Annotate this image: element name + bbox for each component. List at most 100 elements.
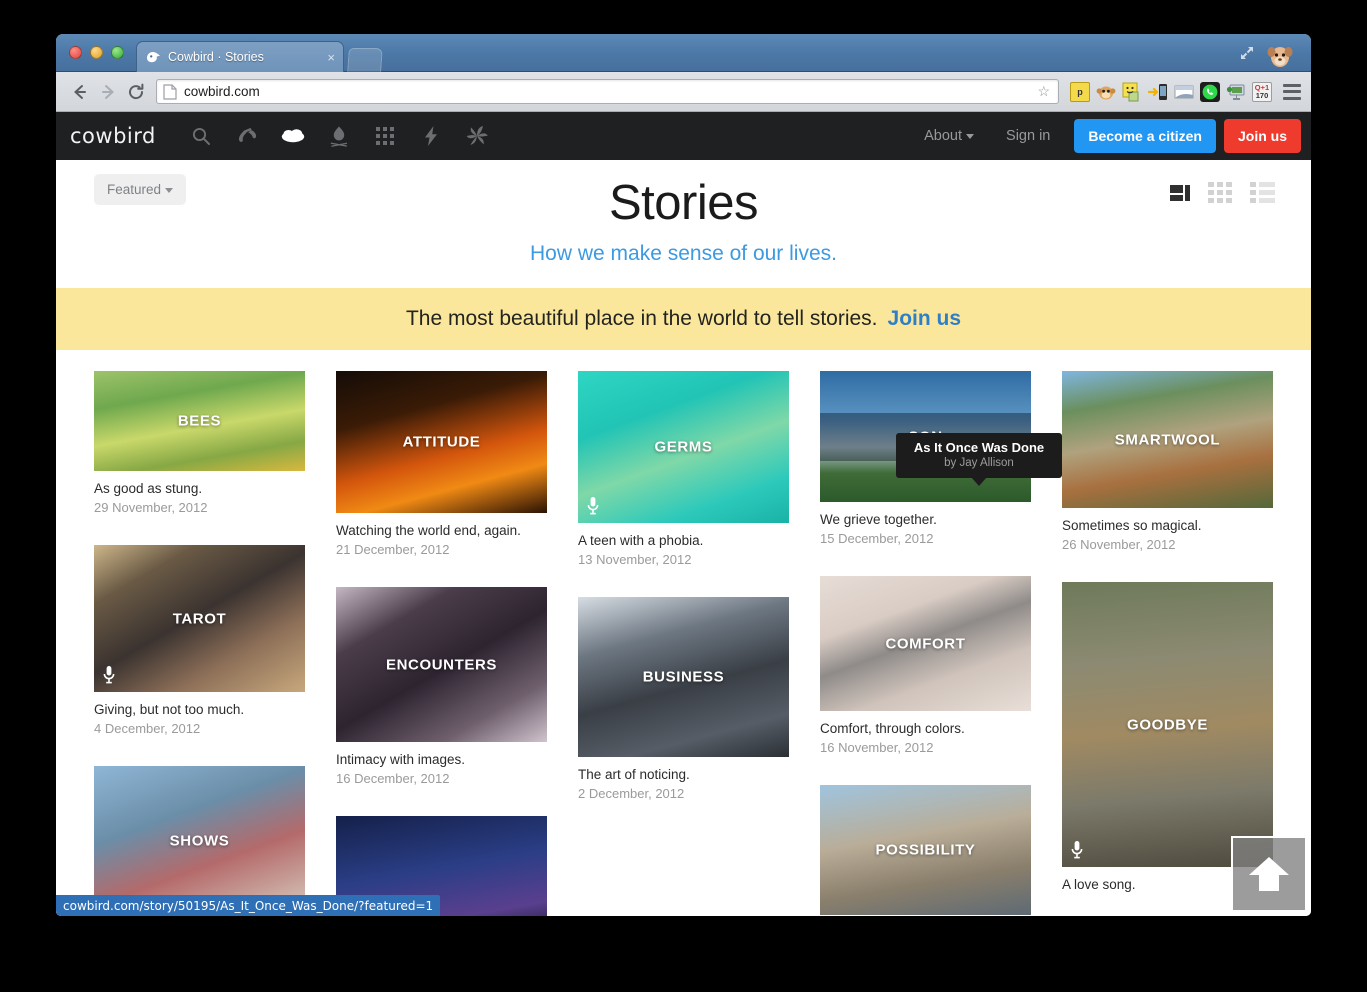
story-card[interactable]: GERMS A teen with a phobia. 13 November, 2…	[578, 371, 789, 567]
status-url: cowbird.com/story/50195/As_It_Once_Was_D…	[63, 898, 434, 913]
promo-text: The most beautiful place in the world to…	[405, 307, 878, 331]
back-button[interactable]	[66, 78, 94, 106]
minimize-window-button[interactable]	[90, 46, 103, 59]
story-thumbnail[interactable]: POSSIBILITY	[820, 785, 1031, 916]
featured-filter-dropdown[interactable]: Featured	[94, 174, 187, 205]
search-icon[interactable]	[178, 112, 224, 160]
story-title[interactable]: We grieve together.	[820, 502, 1031, 527]
chrome-profile-avatar[interactable]	[1265, 40, 1295, 70]
microphone-icon	[1070, 840, 1084, 860]
url-text: cowbird.com	[184, 84, 260, 99]
story-card[interactable]: TAROT Giving, but not too much. 4 December…	[94, 545, 305, 736]
mosaic-view-button[interactable]	[1170, 184, 1190, 201]
story-title[interactable]: A teen with a phobia.	[578, 523, 789, 548]
story-title[interactable]: As good as stung.	[94, 471, 305, 496]
sign-in-link[interactable]: Sign in	[990, 128, 1066, 144]
story-title[interactable]: Comfort, through colors.	[820, 711, 1031, 736]
window-controls	[69, 46, 124, 59]
story-thumbnail[interactable]: GOODBYE	[1062, 582, 1273, 868]
story-card[interactable]: BEES As good as stung. 29 November, 2012	[94, 371, 305, 515]
screen-share-icon[interactable]	[1226, 82, 1246, 102]
story-title[interactable]: Sometimes so magical.	[1062, 508, 1273, 533]
about-menu[interactable]: About	[908, 128, 990, 144]
binoculars-icon[interactable]	[224, 112, 270, 160]
story-column: ATTITUDE Watching the world end, again. 21…	[336, 371, 547, 916]
tooltip-byline: by Jay Allison	[944, 457, 1014, 469]
promo-banner: The most beautiful place in the world to…	[56, 288, 1311, 351]
site-navbar: cowbird About Sign in Become a citizen J…	[56, 112, 1311, 160]
grid-view-button[interactable]	[1208, 182, 1232, 203]
address-bar[interactable]: cowbird.com ☆	[156, 79, 1059, 104]
story-label: GERMS	[654, 438, 713, 456]
cowbird-logo[interactable]: cowbird	[70, 124, 178, 148]
story-title[interactable]: Watching the world end, again.	[336, 513, 547, 538]
chevron-down-icon	[165, 187, 174, 193]
window-icon[interactable]	[1174, 82, 1194, 102]
story-date: 2 December, 2012	[578, 786, 685, 802]
story-label: ENCOUNTERS	[385, 656, 497, 674]
chevron-down-icon	[966, 133, 975, 139]
whatsapp-icon[interactable]	[1200, 81, 1220, 102]
reload-button[interactable]	[122, 78, 150, 106]
story-title[interactable]: Intimacy with images.	[336, 742, 547, 767]
chrome-menu-icon[interactable]	[1283, 83, 1301, 100]
smiley-note-icon[interactable]	[1122, 82, 1142, 102]
pinwheel-icon[interactable]	[454, 112, 500, 160]
story-title[interactable]: The art of noticing.	[578, 757, 789, 782]
cowbird-favicon	[145, 49, 162, 66]
bookmark-star-icon[interactable]: ☆	[1037, 83, 1052, 100]
tab-close-icon[interactable]: ×	[321, 50, 335, 65]
browser-window: Cowbird · Stories × cowbird.com ☆ p Q+1 …	[56, 34, 1311, 916]
p-badge-icon[interactable]: p	[1070, 81, 1090, 102]
story-thumbnail[interactable]: ENCOUNTERS	[336, 587, 547, 743]
story-thumbnail[interactable]: BEES	[94, 371, 305, 472]
featured-filter-label: Featured	[107, 182, 162, 197]
tab-title: Cowbird · Stories	[168, 50, 264, 64]
campfire-icon[interactable]	[316, 112, 362, 160]
story-label: BUSINESS	[642, 668, 725, 686]
join-us-button[interactable]: Join us	[1223, 119, 1301, 153]
story-thumbnail[interactable]: COMFORT	[820, 576, 1031, 712]
story-card[interactable]: ENCOUNTERS Intimacy with images. 16 Decemb…	[336, 587, 547, 786]
forward-button[interactable]	[94, 78, 122, 106]
become-a-citizen-button[interactable]: Become a citizen	[1074, 119, 1216, 153]
page-document-icon	[163, 83, 177, 100]
close-window-button[interactable]	[69, 46, 82, 59]
maximize-window-button[interactable]	[111, 46, 124, 59]
story-label: SMARTWOOL	[1114, 431, 1221, 449]
browser-status-bar: cowbird.com/story/50195/As_It_Once_Was_D…	[56, 895, 441, 916]
list-view-button[interactable]	[1250, 182, 1275, 203]
story-card[interactable]: ATTITUDE Watching the world end, again. 21…	[336, 371, 547, 557]
story-thumbnail[interactable]: ATTITUDE	[336, 371, 547, 514]
view-mode-group	[1170, 182, 1275, 203]
story-label: SHOWS	[169, 832, 230, 850]
story-title[interactable]: Giving, but not too much.	[94, 692, 305, 717]
browser-tab[interactable]: Cowbird · Stories ×	[136, 41, 344, 72]
page-viewport: cowbird About Sign in Become a citizen J…	[56, 112, 1311, 916]
grid-apps-icon[interactable]	[362, 112, 408, 160]
phone-transfer-icon[interactable]	[1148, 82, 1168, 102]
story-label: ATTITUDE	[402, 433, 481, 451]
new-tab-button[interactable]	[347, 48, 383, 72]
cloud-icon[interactable]	[270, 112, 316, 160]
story-thumbnail[interactable]: SHOWS	[94, 766, 305, 916]
story-thumbnail[interactable]: BUSINESS	[578, 597, 789, 758]
story-thumbnail[interactable]: GERMS	[578, 371, 789, 524]
fullscreen-icon[interactable]	[1239, 45, 1255, 61]
story-card[interactable]: BUSINESS The art of noticing. 2 December, …	[578, 597, 789, 801]
page-subtitle: How we make sense of our lives.	[530, 242, 837, 266]
lightning-bolt-icon[interactable]	[408, 112, 454, 160]
page-title: Stories	[608, 176, 759, 230]
counter-badge-icon[interactable]: Q+1 170	[1252, 81, 1272, 102]
scroll-to-top-button[interactable]	[1231, 836, 1307, 912]
story-card[interactable]: COMFORT Comfort, through colors. 16 Novemb…	[820, 576, 1031, 755]
story-thumbnail[interactable]: TAROT	[94, 545, 305, 693]
story-card[interactable]: SHOWS	[94, 766, 305, 916]
story-card[interactable]: POSSIBILITY	[820, 785, 1031, 916]
promo-join-link[interactable]: Join us	[888, 307, 962, 331]
story-thumbnail[interactable]: SMARTWOOL	[1062, 371, 1273, 509]
story-label: COMFORT	[885, 635, 966, 653]
story-card[interactable]: SMARTWOOL Sometimes so magical. 26 Novembe…	[1062, 371, 1273, 552]
story-hover-tooltip: As It Once Was Done by Jay Allison	[896, 433, 1062, 486]
monkey-icon[interactable]	[1096, 82, 1116, 102]
